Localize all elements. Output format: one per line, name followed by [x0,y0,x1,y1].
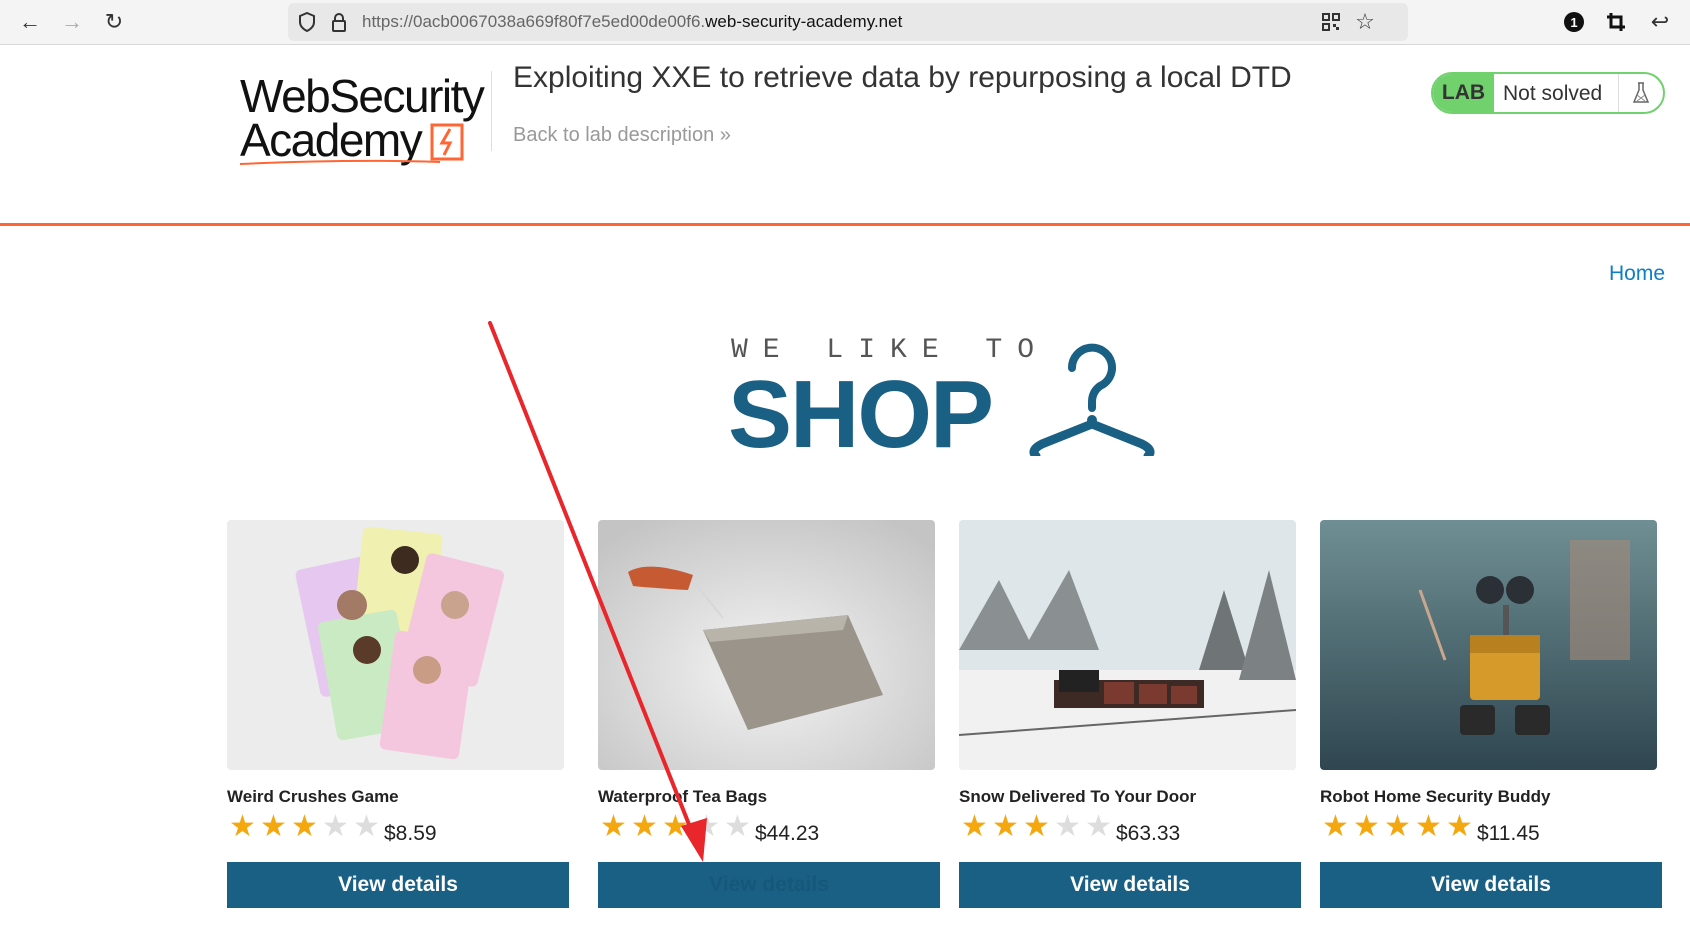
product-image-snow-train[interactable] [959,520,1296,770]
url-text[interactable]: https://0acb0067038a669f80f7e5ed00de00f6… [362,12,902,32]
star-filled-icon: ★ [1384,810,1411,843]
clothes-hanger-icon [1029,343,1155,456]
flask-icon [1618,74,1663,112]
extension-badge-icon[interactable]: 1 [1558,6,1590,38]
star-filled-icon: ★ [662,810,689,843]
star-rating: ★ ★ ★ ★ ★ [227,810,382,843]
star-filled-icon: ★ [229,810,256,843]
reload-icon[interactable]: ↻ [98,6,130,38]
product-image-weird-crushes[interactable] [227,520,564,770]
star-filled-icon: ★ [961,810,988,843]
star-filled-icon: ★ [1353,810,1380,843]
product-name: Robot Home Security Buddy [1320,787,1551,806]
logo-lightning-icon [430,123,464,161]
star-empty-icon: ★ [322,810,349,843]
product-name: Snow Delivered To Your Door [959,787,1197,806]
product-price: $63.33 [1116,822,1181,845]
star-filled-icon: ★ [1446,810,1473,843]
star-empty-icon: ★ [724,810,751,843]
product-name: Weird Crushes Game [227,787,399,806]
address-bar[interactable]: https://0acb0067038a669f80f7e5ed00de00f6… [288,3,1408,41]
web-security-academy-logo[interactable]: WebSecurity Academy [240,69,500,209]
back-arrow-icon[interactable]: ← [14,6,46,38]
product-price: $11.45 [1477,822,1540,845]
home-link[interactable]: Home [1609,262,1665,286]
star-filled-icon: ★ [600,810,627,843]
star-rating: ★ ★ ★ ★ ★ [1320,810,1475,843]
product-image-robot[interactable] [1320,520,1657,770]
lab-badge: LAB [1433,74,1494,112]
view-details-button[interactable]: View details [959,862,1301,908]
star-filled-icon: ★ [631,810,658,843]
star-filled-icon: ★ [1322,810,1349,843]
lab-status-text: Not solved [1503,82,1603,105]
crop-icon[interactable] [1600,6,1632,38]
url-prefix: https://0acb0067038a669f80f7e5ed00de00f6… [362,12,706,31]
lab-title: Exploiting XXE to retrieve data by repur… [513,61,1292,94]
banner-title: SHOP [728,361,994,468]
star-empty-icon: ★ [693,810,720,843]
star-empty-icon: ★ [1054,810,1081,843]
undo-icon[interactable]: ↩ [1644,6,1676,38]
product-price: $8.59 [384,822,437,845]
star-rating: ★ ★ ★ ★ ★ [959,810,1114,843]
bookmark-star-icon[interactable]: ☆ [1354,9,1376,34]
product-name: Waterproof Tea Bags [598,787,768,806]
forward-arrow-icon[interactable]: → [56,6,88,38]
shield-icon[interactable] [296,11,318,33]
header-divider [491,71,492,151]
back-to-lab-description-link[interactable]: Back to lab description » [513,124,731,147]
lab-status-widget: LAB Not solved [1431,72,1665,114]
star-filled-icon: ★ [1023,810,1050,843]
product-image-tea-bags[interactable] [598,520,935,770]
product-price: $44.23 [755,822,820,845]
star-filled-icon: ★ [260,810,287,843]
star-rating: ★ ★ ★ ★ ★ [598,810,753,843]
star-filled-icon: ★ [291,810,318,843]
star-filled-icon: ★ [992,810,1019,843]
star-filled-icon: ★ [1415,810,1442,843]
view-details-button[interactable]: View details [1320,862,1662,908]
notification-count: 1 [1564,12,1584,32]
qr-code-icon[interactable] [1320,11,1342,33]
lab-header: WebSecurity Academy Exploiting XXE to re… [0,45,1690,226]
view-details-button[interactable]: View details [598,862,940,908]
browser-toolbar: ← → ↻ https://0acb0067038a669f80f7e5ed00… [0,0,1690,45]
logo-underline-icon [240,159,441,165]
lock-icon[interactable] [328,11,350,33]
url-domain: web-security-academy.net [705,12,903,31]
view-details-button[interactable]: View details [227,862,569,908]
star-empty-icon: ★ [1085,810,1112,843]
star-empty-icon: ★ [353,810,380,843]
